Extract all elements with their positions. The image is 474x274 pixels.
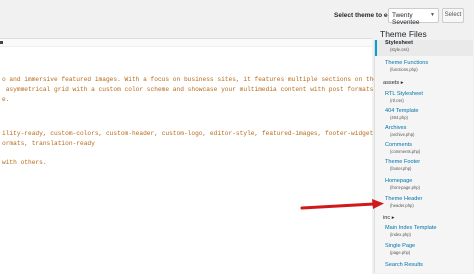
file-name: Theme Footer xyxy=(385,159,421,165)
code-line: ormats, translation-ready xyxy=(2,140,95,147)
file-name: Comments xyxy=(385,142,413,148)
file-path: (front-page.php) xyxy=(390,185,421,190)
file-name: Theme Header xyxy=(385,196,423,202)
file-item-header[interactable]: Theme Header (header.php) xyxy=(375,196,473,212)
file-path: (style.css) xyxy=(390,47,409,52)
file-item-archives[interactable]: Archives (archive.php) xyxy=(375,125,473,141)
chevron-down-icon: ▼ xyxy=(430,12,435,18)
cursor-marker xyxy=(0,41,3,44)
select-button[interactable]: Select xyxy=(442,8,464,23)
file-name: Single Page xyxy=(385,243,416,249)
file-item-page[interactable]: Single Page (page.php) xyxy=(375,243,473,259)
folder-assets[interactable]: assets ▸ xyxy=(383,80,404,86)
file-path: (rtl.css) xyxy=(390,98,404,103)
file-item-homepage[interactable]: Homepage (front-page.php) xyxy=(375,178,473,194)
code-line: e. xyxy=(2,96,10,103)
file-path: (comments.php) xyxy=(390,149,421,154)
file-item-rtl[interactable]: RTL Stylesheet (rtl.css) xyxy=(375,91,473,107)
file-name: Search Results xyxy=(385,262,423,268)
file-item-footer[interactable]: Theme Footer (footer.php) xyxy=(375,159,473,175)
file-name: Main Index Template xyxy=(385,225,437,231)
file-path: (functions.php) xyxy=(390,67,418,72)
folder-inc[interactable]: inc ▸ xyxy=(383,215,395,221)
file-path: (404.php) xyxy=(390,115,408,120)
file-name: Homepage xyxy=(385,178,413,184)
file-name: Archives xyxy=(385,125,407,131)
file-path: (index.php) xyxy=(390,232,411,237)
theme-files-heading: Theme Files xyxy=(380,29,427,39)
active-indicator xyxy=(375,40,377,56)
code-editor[interactable]: o and immersive featured images. With a … xyxy=(0,38,459,274)
file-item-stylesheet[interactable]: Stylesheet (style.css) xyxy=(375,40,473,56)
file-path: (footer.php) xyxy=(390,166,412,171)
code-line: ility-ready, custom-colors, custom-heade… xyxy=(2,130,404,137)
code-line: with others. xyxy=(2,159,47,166)
file-name: Stylesheet xyxy=(385,40,413,46)
file-item-index[interactable]: Main Index Template (index.php) xyxy=(375,225,473,241)
file-path: (archive.php) xyxy=(390,132,415,137)
file-name: Theme Functions xyxy=(385,60,429,66)
file-name: RTL Stylesheet xyxy=(385,91,423,97)
theme-select[interactable]: Twenty Seventee ▼ xyxy=(388,8,439,26)
file-item-functions[interactable]: Theme Functions (functions.php) xyxy=(375,60,473,76)
theme-files-panel: Stylesheet (style.css) Theme Functions (… xyxy=(374,40,473,273)
file-item-404[interactable]: 404 Template (404.php) xyxy=(375,108,473,124)
file-item-comments[interactable]: Comments (comments.php) xyxy=(375,142,473,158)
theme-select-value: Twenty Seventee xyxy=(392,12,420,26)
file-path: (page.php) xyxy=(390,250,411,255)
file-path: (header.php) xyxy=(390,203,414,208)
editor-top-strip xyxy=(0,39,372,47)
file-item-search[interactable]: Search Results xyxy=(375,262,473,272)
file-name: 404 Template xyxy=(385,108,419,114)
pointer-arrow xyxy=(300,199,384,210)
